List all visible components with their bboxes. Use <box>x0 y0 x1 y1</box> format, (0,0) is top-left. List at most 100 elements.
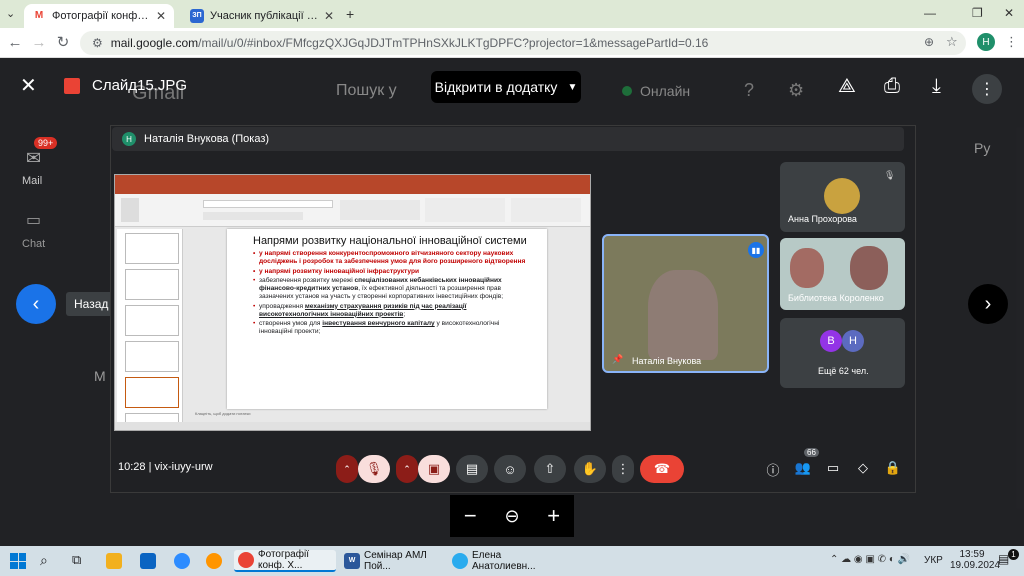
system-tray-icons[interactable]: ⌃ ☁ ◉ ▣ ✆ ◐ 🔊 <box>830 554 910 565</box>
zoom-app-icon[interactable] <box>174 553 190 569</box>
url-path: /mail/u/0/#inbox/FMfcgzQXJGqJDJTmTPHnSXk… <box>198 36 709 50</box>
raise-hand-icon[interactable]: ✋ <box>574 455 606 483</box>
zoom-icon[interactable]: ⊕ <box>924 35 934 49</box>
meeting-time-code: 10:28 | vix-iuyy-urw <box>118 461 213 473</box>
browser-app-icon[interactable] <box>206 553 222 569</box>
mic-options-icon[interactable]: ⌃ <box>336 455 358 483</box>
forward-arrow-icon[interactable]: → <box>30 35 48 51</box>
previous-arrow-icon[interactable]: ‹ <box>16 284 56 324</box>
zoom-in-icon[interactable]: + <box>547 503 560 529</box>
emoji-icon[interactable]: ☺ <box>494 455 526 483</box>
host-controls-icon[interactable]: 🔒 <box>884 460 902 476</box>
chat-label: Chat <box>22 238 46 250</box>
mail-label: Mail <box>22 175 43 187</box>
menu-dots-icon[interactable]: ⋮ <box>1005 34 1018 50</box>
profile-avatar[interactable]: H <box>977 33 995 51</box>
reload-icon[interactable]: ↻ <box>54 35 72 51</box>
site-favicon-icon: ЗП <box>190 9 204 23</box>
close-tab-icon[interactable]: ✕ <box>156 9 166 23</box>
muted-mic-icon: 🎙 <box>884 170 896 180</box>
speaker-tile[interactable]: ▮▮ 📌 Наталія Внукова <box>602 234 769 373</box>
tab-title: Фотографії конф. ХДНБ - vnnb <box>52 10 150 22</box>
dropdown-caret-icon: ▼ <box>567 81 578 93</box>
file-name: Слайд15.JPG <box>92 77 188 94</box>
captions-icon[interactable]: ▤ <box>456 455 488 483</box>
tab-search-icon[interactable]: ⌄ <box>6 7 15 20</box>
online-status-dot <box>622 86 632 96</box>
browser-tabstrip: ⌄ M Фотографії конф. ХДНБ - vnnb ✕ ЗП Уч… <box>0 0 1024 28</box>
participant-tile[interactable]: Библиотека Короленко <box>780 238 905 310</box>
bullet-bold-text: інвестування венчурного капіталу <box>322 320 435 327</box>
participants-count-badge: 66 <box>804 448 819 457</box>
file-explorer-icon[interactable] <box>106 553 122 569</box>
mail-icon: ✉ <box>26 148 42 168</box>
task-view-icon[interactable]: ⧉ <box>72 552 81 568</box>
search-icon[interactable]: ⌕ <box>40 552 48 569</box>
address-bar[interactable]: ⚙ mail.google.com/mail/u/0/#inbox/FMfcgz… <box>80 31 966 55</box>
back-arrow-icon[interactable]: ← <box>6 35 24 51</box>
participant-video <box>790 248 824 288</box>
bookmark-star-icon[interactable]: ☆ <box>946 34 958 50</box>
download-icon[interactable]: ⤓ <box>932 74 941 98</box>
ppt-menubar <box>115 185 590 194</box>
slide-bullets: у напрямі створення конкурентоспроможног… <box>253 250 533 336</box>
next-arrow-icon[interactable]: › <box>968 284 1008 324</box>
ppt-titlebar <box>115 175 590 185</box>
mail-badge: 99+ <box>34 137 58 149</box>
zoom-out-icon[interactable]: − <box>464 503 477 529</box>
windows-start-icon[interactable] <box>10 553 26 569</box>
slide-thumbnail <box>125 341 179 372</box>
more-options-meet-icon[interactable]: ⋮ <box>612 455 634 483</box>
participant-tile[interactable]: 🎙 Анна Прохорова <box>780 162 905 232</box>
add-to-drive-icon[interactable]: ⟁ <box>838 74 856 98</box>
paste-icon <box>121 198 139 222</box>
speaker-video <box>648 270 718 360</box>
help-icon: ? <box>744 80 755 100</box>
camera-options-icon[interactable]: ⌃ <box>396 455 418 483</box>
zoom-reset-icon[interactable]: ⊖ <box>504 506 519 527</box>
minimize-icon[interactable]: — <box>924 6 936 20</box>
taskbar-item-label: Елена Анатолиевн... <box>472 550 536 572</box>
bullet-text: упровадження <box>259 302 305 310</box>
tab-photos[interactable]: M Фотографії конф. ХДНБ - vnnb ✕ <box>24 4 174 28</box>
slide-canvas: Напрями розвитку національної інноваційн… <box>227 229 547 409</box>
ppt-statusbar <box>115 422 590 430</box>
maximize-icon[interactable]: ❐ <box>972 6 983 20</box>
activities-icon[interactable]: ◇ <box>854 460 872 476</box>
tab-participant[interactable]: ЗП Учасник публікації - 3більшити ✕ <box>182 4 342 28</box>
print-icon[interactable]: ⎙ <box>884 74 900 98</box>
speaking-indicator-icon: ▮▮ <box>748 242 764 258</box>
gmail-status-ghost: Онлайн <box>640 83 691 99</box>
slide-thumbnails <box>117 229 183 425</box>
taskbar-item-word[interactable]: W Семінар АМЛ Пой... <box>340 550 444 572</box>
taskbar-item-telegram[interactable]: Елена Анатолиевн... <box>448 550 552 572</box>
close-tab-icon[interactable]: ✕ <box>324 9 334 23</box>
close-viewer-icon[interactable]: ✕ <box>20 74 37 98</box>
camera-off-icon[interactable]: ▣ <box>418 455 450 483</box>
mic-off-icon[interactable]: 🎙 <box>358 455 390 483</box>
people-icon[interactable]: 👥 <box>794 460 812 476</box>
telegram-icon <box>452 553 468 569</box>
new-tab-button[interactable]: + <box>346 6 354 22</box>
meeting-info-icon[interactable]: ⓘ <box>764 460 782 479</box>
input-language[interactable]: УКР <box>924 555 943 566</box>
speaker-name: Наталія Внукова <box>632 356 702 366</box>
clock[interactable]: 13:59 19.09.2024 <box>950 549 1000 571</box>
mail-app-icon[interactable] <box>140 553 156 569</box>
notes-pane: Клацніть, щоб додати нотатки <box>195 411 251 416</box>
window-close-icon[interactable]: ✕ <box>1004 6 1014 20</box>
end-call-icon[interactable]: ☎ <box>640 455 684 483</box>
more-options-icon[interactable]: ⋮ <box>972 74 1002 104</box>
slide-thumbnail <box>125 305 179 336</box>
more-participants-tile[interactable]: В Н Ещё 62 чел. <box>780 318 905 388</box>
present-screen-icon[interactable]: ⇧ <box>534 455 566 483</box>
presenter-header: Н Наталія Внукова (Показ) <box>112 127 904 151</box>
font-tools <box>203 212 303 220</box>
open-with-button[interactable]: Відкрити в додатку ▼ <box>431 71 581 103</box>
slide-bullet: створення умов для інвестування венчурно… <box>253 320 533 336</box>
clock-time: 13:59 <box>959 549 985 560</box>
site-info-icon[interactable]: ⚙ <box>92 36 103 50</box>
chat-bubble-icon[interactable]: ▭ <box>824 460 842 476</box>
word-icon: W <box>344 553 360 569</box>
taskbar-item-browser[interactable]: Фотографії конф. Х... <box>234 549 336 572</box>
